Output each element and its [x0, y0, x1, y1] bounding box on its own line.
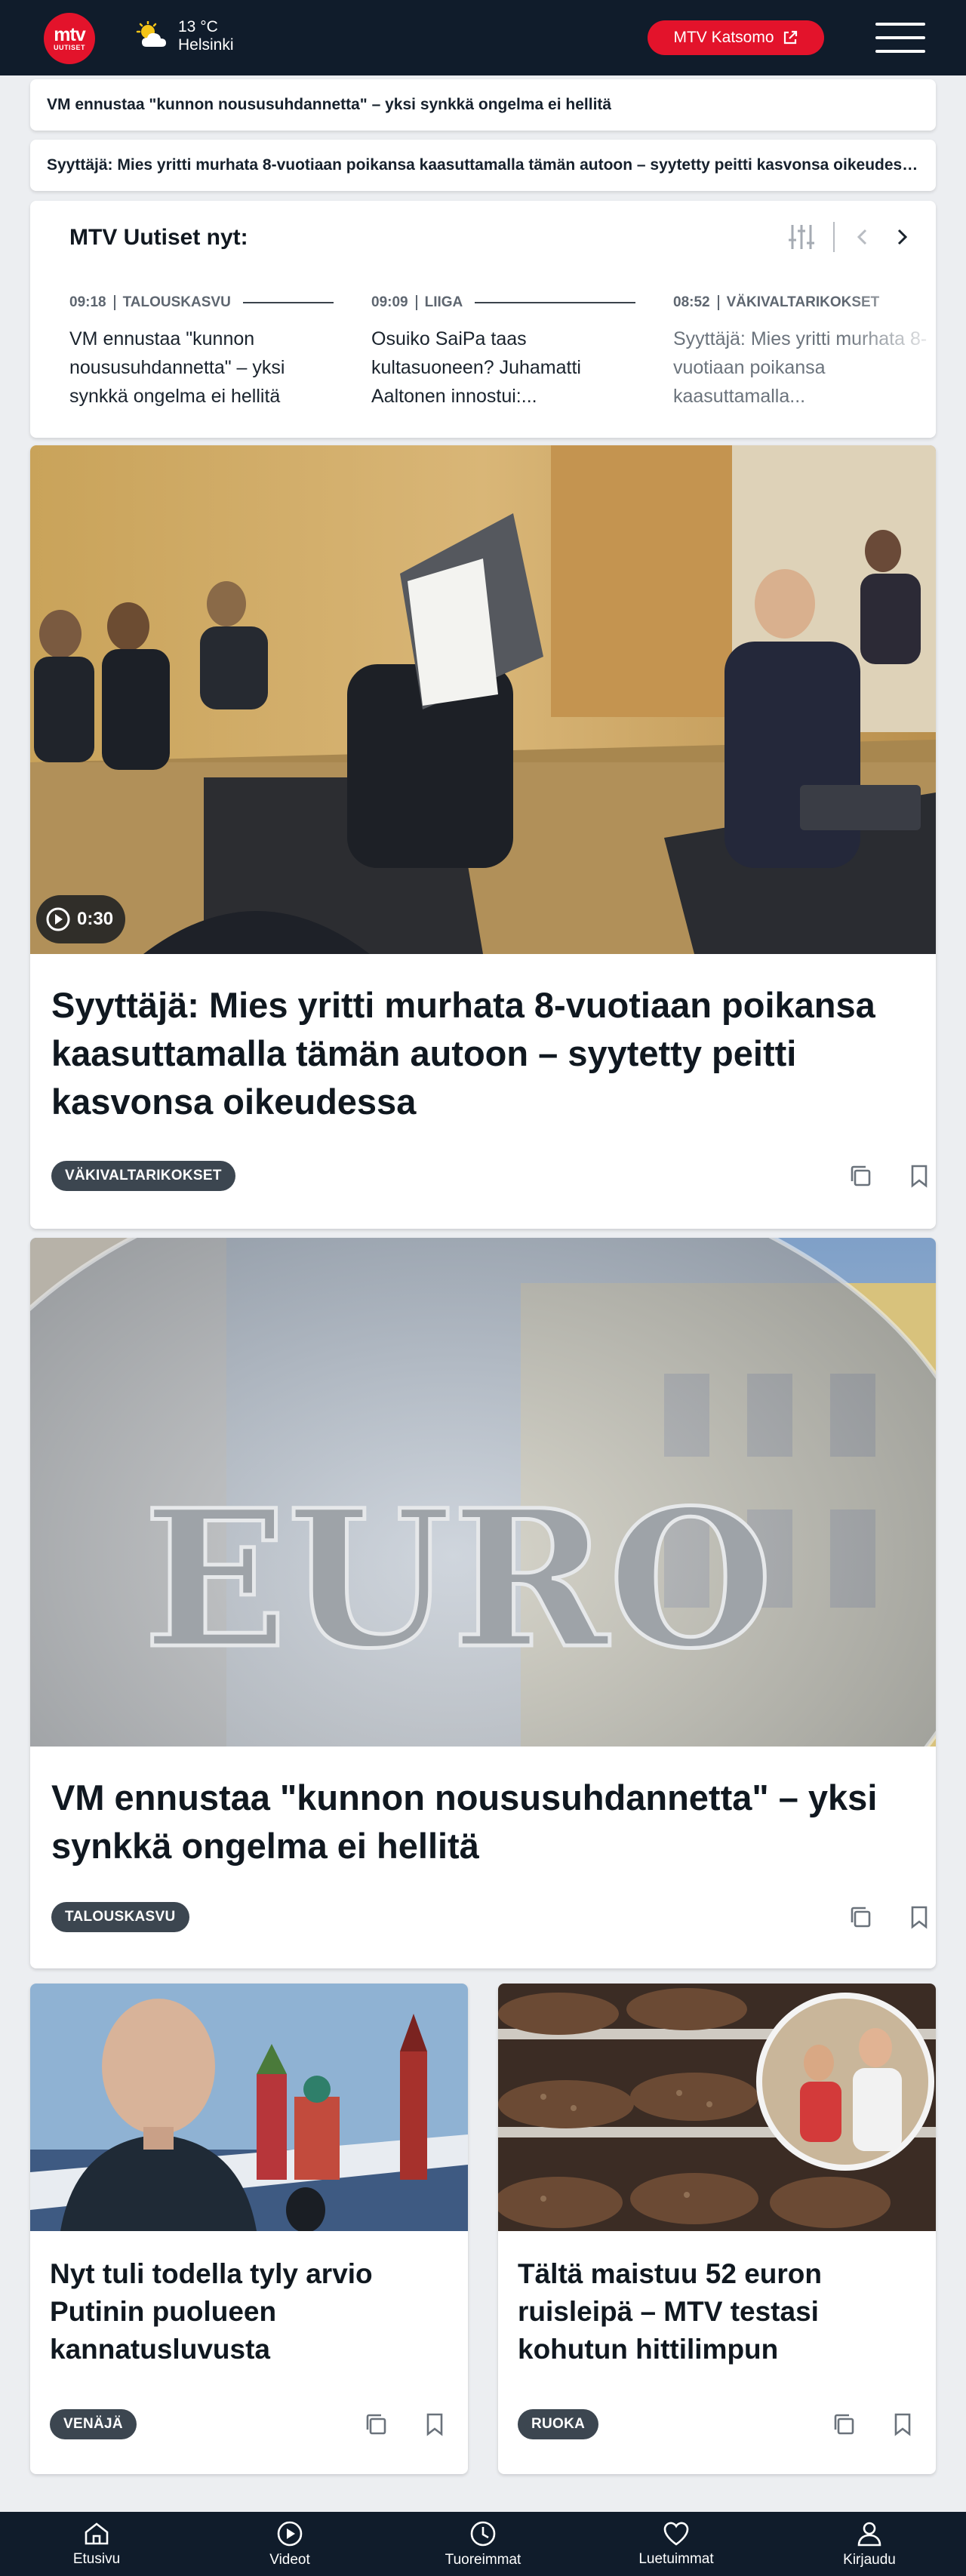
nav-item-tuoreimmat[interactable]: Tuoreimmat	[386, 2512, 580, 2576]
top-bar: mtv UUTISET 13 °C Helsinki MTV Katsomo	[0, 0, 966, 75]
ticker-item[interactable]: Syyttäjä: Mies yritti murhata 8-vuotiaan…	[30, 140, 936, 191]
bookmark-icon[interactable]	[420, 2409, 450, 2439]
carousel-item[interactable]: 09:09 LIIGA Osuiko SaiPa taas kultasuone…	[371, 294, 635, 411]
controls-divider	[833, 222, 835, 252]
item-time: 08:52	[673, 294, 710, 310]
logo-subtext: UUTISET	[53, 44, 85, 51]
play-icon	[277, 2521, 303, 2546]
copy-icon[interactable]	[361, 2409, 391, 2439]
carousel-controls	[786, 222, 913, 252]
nav-item-etusivu[interactable]: Etusivu	[0, 2512, 193, 2576]
bottom-navigation: Etusivu Videot Tuoreimmat Luetuimmat Kir…	[0, 2512, 966, 2576]
item-category: TALOUSKASVU	[122, 294, 231, 310]
copy-icon[interactable]	[845, 1902, 875, 1932]
category-tag[interactable]: VÄKIVALTARIKOKSET	[51, 1161, 235, 1191]
home-icon	[85, 2522, 109, 2544]
item-time: 09:18	[69, 294, 106, 310]
external-link-icon	[783, 30, 797, 45]
temperature: 13 °C	[178, 18, 218, 35]
item-category: VÄKIVALTARIKOKSET	[726, 294, 880, 310]
ticker-text: Syyttäjä: Mies yritti murhata 8-vuotiaan…	[47, 156, 919, 174]
ticker-item[interactable]: VM ennustaa "kunnon noususuhdannetta" – …	[30, 79, 936, 131]
article-title[interactable]: Nyt tuli todella tyly arvio Putinin puol…	[50, 2255, 442, 2368]
item-headline: VM ennustaa "kunnon noususuhdannetta" – …	[69, 328, 285, 407]
bookmark-icon[interactable]	[904, 1902, 934, 1932]
user-icon	[857, 2522, 881, 2546]
euro-coin-text: EURO	[143, 1468, 773, 1690]
nav-label: Etusivu	[72, 2550, 121, 2567]
category-tag[interactable]: VENÄJÄ	[50, 2409, 137, 2439]
copy-icon[interactable]	[845, 1161, 875, 1191]
item-category: LIIGA	[424, 294, 463, 310]
chevron-right-icon[interactable]	[891, 226, 913, 248]
bookmark-icon[interactable]	[888, 2409, 918, 2439]
item-meta: 09:18 TALOUSKASVU	[69, 294, 334, 311]
news-now-carousel: MTV Uutiset nyt: 09:18 TALOUSKASVU VM en…	[30, 201, 936, 438]
clock-icon	[470, 2521, 496, 2546]
carousel-item[interactable]: 09:18 TALOUSKASVU VM ennustaa "kunnon no…	[69, 294, 334, 411]
article-card[interactable]: Tältä maistuu 52 euron ruisleipä – MTV t…	[498, 1984, 936, 2474]
category-tag[interactable]: TALOUSKASVU	[51, 1902, 189, 1932]
article-image[interactable]: EURO	[30, 1238, 936, 1747]
chevron-left-icon[interactable]	[851, 226, 874, 248]
article-card[interactable]: Nyt tuli todella tyly arvio Putinin puol…	[30, 1984, 468, 2474]
article-image[interactable]	[498, 1984, 936, 2231]
article-title[interactable]: VM ennustaa "kunnon noususuhdannetta" – …	[51, 1774, 912, 1870]
heart-icon	[663, 2522, 689, 2546]
article-title[interactable]: Tältä maistuu 52 euron ruisleipä – MTV t…	[518, 2255, 910, 2368]
item-headline: Osuiko SaiPa taas kultasuoneen? Juhamatt…	[371, 328, 581, 407]
copy-icon[interactable]	[829, 2409, 859, 2439]
article-image[interactable]	[30, 445, 936, 954]
nav-item-kirjaudu[interactable]: Kirjaudu	[773, 2512, 966, 2576]
item-time: 09:09	[371, 294, 408, 310]
mtv-uutiset-logo[interactable]: mtv UUTISET	[44, 13, 95, 64]
article-card[interactable]: 0:30 Syyttäjä: Mies yritti murhata 8-vuo…	[30, 445, 936, 1229]
category-tag[interactable]: RUOKA	[518, 2409, 599, 2439]
nav-label: Videot	[269, 2551, 310, 2568]
nav-label: Tuoreimmat	[445, 2551, 521, 2568]
nav-label: Kirjaudu	[843, 2551, 896, 2568]
filter-sliders-icon[interactable]	[786, 222, 817, 252]
partly-cloudy-icon	[136, 21, 166, 47]
city-name: Helsinki	[178, 36, 234, 54]
carousel-item[interactable]: 08:52 VÄKIVALTARIKOKSET Syyttäjä: Mies y…	[673, 294, 936, 411]
carousel-title: MTV Uutiset nyt:	[69, 225, 248, 250]
nav-label: Luetuimmat	[638, 2550, 714, 2567]
item-meta: 09:09 LIIGA	[371, 294, 635, 311]
katsomo-label: MTV Katsomo	[673, 29, 774, 46]
article-image[interactable]	[30, 1984, 468, 2231]
ticker-text: VM ennustaa "kunnon noususuhdannetta" – …	[47, 96, 612, 113]
mtv-katsomo-button[interactable]: MTV Katsomo	[648, 20, 824, 55]
menu-hamburger-icon[interactable]	[875, 23, 925, 53]
item-headline: Syyttäjä: Mies yritti murhata 8-vuotiaan…	[673, 328, 928, 407]
nav-item-videot[interactable]: Videot	[193, 2512, 386, 2576]
article-title[interactable]: Syyttäjä: Mies yritti murhata 8-vuotiaan…	[51, 981, 897, 1126]
video-duration-badge[interactable]: 0:30	[36, 895, 126, 943]
item-meta: 08:52 VÄKIVALTARIKOKSET	[673, 294, 936, 311]
play-circle-icon	[46, 907, 70, 931]
nav-item-luetuimmat[interactable]: Luetuimmat	[580, 2512, 773, 2576]
video-duration: 0:30	[77, 909, 114, 929]
weather-widget: 13 °C Helsinki	[136, 18, 234, 54]
bookmark-icon[interactable]	[904, 1161, 934, 1191]
logo-text: mtv	[54, 24, 85, 45]
article-card[interactable]: EURO VM ennustaa "kunnon noususuhdannett…	[30, 1238, 936, 1968]
